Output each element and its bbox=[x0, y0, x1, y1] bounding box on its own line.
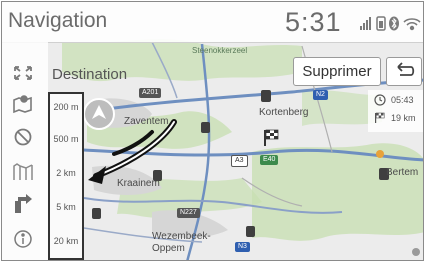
eta-panel: 05:43 19 km bbox=[368, 90, 423, 132]
place-label-kraainem: Kraainem bbox=[117, 178, 160, 189]
signal-icon bbox=[360, 17, 371, 30]
place-label-bertem: Bertem bbox=[386, 167, 419, 178]
back-arrow-icon bbox=[397, 62, 415, 76]
scale-option-2km[interactable]: 2 km bbox=[50, 168, 82, 178]
scale-option-5km[interactable]: 5 km bbox=[50, 202, 82, 212]
phone-battery-icon bbox=[376, 16, 386, 31]
map-options-icon[interactable] bbox=[10, 92, 36, 114]
wifi-icon bbox=[403, 18, 421, 31]
road-badge-a201: A201 bbox=[139, 88, 162, 98]
road-badge-a3: A3 bbox=[231, 155, 248, 167]
place-label-steenokkerzeel: Steenokkerzeel bbox=[192, 46, 248, 55]
eta-arrival-time: 05:43 bbox=[391, 95, 414, 105]
navigation-screen: Steenokkerzeel Zaventem Kortenberg Kraai… bbox=[1, 1, 424, 261]
road-badge-n2: N2 bbox=[313, 90, 328, 100]
fullscreen-icon[interactable] bbox=[10, 62, 36, 84]
status-icons bbox=[358, 14, 423, 32]
road-badge-n3: N3 bbox=[235, 242, 250, 252]
route-direction-icon[interactable] bbox=[10, 192, 36, 214]
destination-title: Destination bbox=[52, 66, 128, 83]
scale-option-500m[interactable]: 500 m bbox=[50, 134, 82, 144]
info-icon[interactable] bbox=[10, 228, 36, 250]
eta-distance: 19 km bbox=[391, 113, 416, 123]
road-badge-n227: N227 bbox=[177, 208, 200, 218]
route-overview-icon[interactable] bbox=[10, 160, 36, 182]
scale-option-200m[interactable]: 200 m bbox=[50, 102, 82, 112]
avoid-icon[interactable] bbox=[10, 126, 36, 148]
back-button[interactable] bbox=[386, 57, 422, 86]
clock-icon bbox=[374, 94, 386, 106]
place-label-kortenberg: Kortenberg bbox=[259, 107, 309, 118]
header-bar: Navigation 5:31 bbox=[2, 2, 423, 43]
scale-option-20km[interactable]: 20 km bbox=[50, 236, 82, 246]
delete-button[interactable]: Supprimer bbox=[293, 57, 381, 86]
bluetooth-icon bbox=[389, 16, 399, 31]
app-title: Navigation bbox=[8, 9, 108, 32]
destination-flag-icon bbox=[375, 112, 385, 123]
clock: 5:31 bbox=[285, 7, 342, 37]
scale-selector: 200 m 500 m 2 km 5 km 20 km bbox=[48, 92, 84, 260]
road-badge-e40: E40 bbox=[260, 155, 279, 165]
place-label-zaventem: Zaventem bbox=[124, 116, 169, 127]
place-label-wezembeek-oppem: Wezembeek-Oppem bbox=[152, 231, 211, 254]
left-toolbar bbox=[2, 42, 48, 260]
